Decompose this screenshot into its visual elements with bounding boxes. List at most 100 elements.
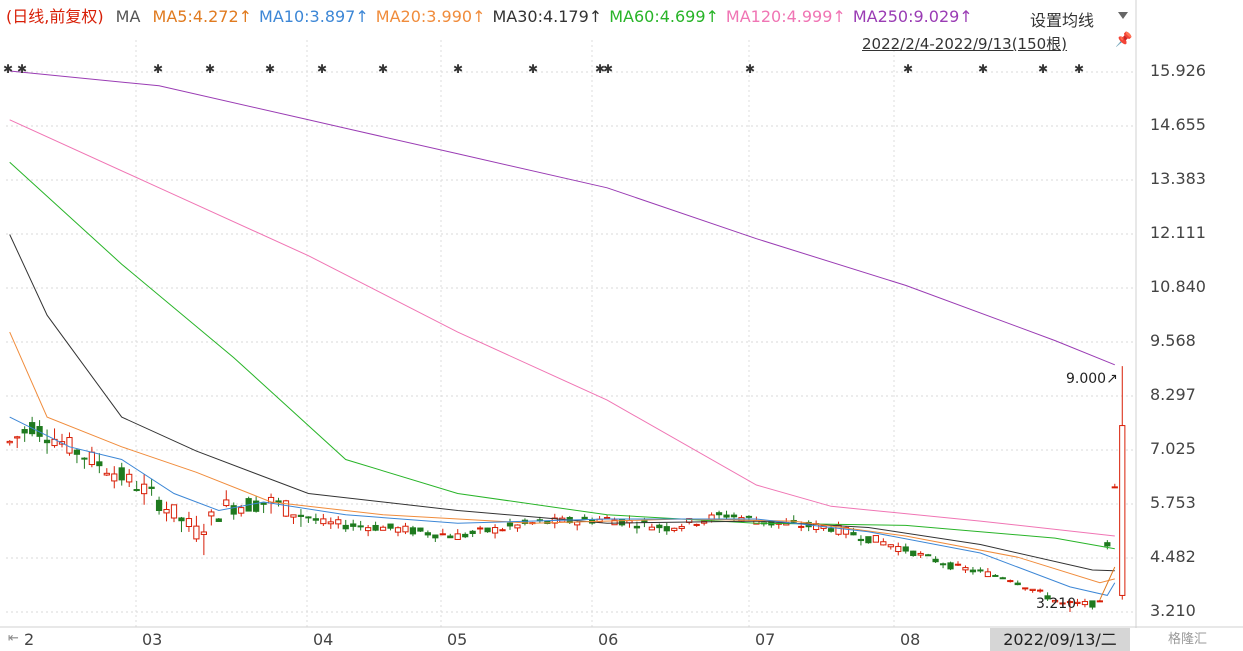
y-tick-label: 10.840 (1150, 276, 1206, 296)
ma-label: MA (115, 7, 141, 26)
candle-up (126, 473, 133, 483)
candle-up (887, 544, 894, 548)
ma-legend-item: MA10:3.897↑ (259, 7, 369, 26)
candle-up (14, 436, 21, 439)
candle-down (723, 514, 730, 518)
event-marker-icon: ✱ (265, 62, 275, 76)
candle-down (155, 499, 163, 512)
ma-legend-item: MA5:4.272↑ (152, 7, 253, 26)
candle-down (947, 562, 954, 570)
candle-up (671, 527, 678, 531)
event-marker-icon: ✱ (745, 62, 755, 76)
x-tick-label: 2 (24, 630, 35, 649)
y-tick-label: 3.210 (1150, 601, 1196, 620)
candle-up (514, 524, 521, 529)
candle-down (342, 524, 349, 530)
y-tick-label: 15.926 (1150, 61, 1206, 80)
candle-down (372, 524, 379, 531)
event-marker-icon: ✱ (205, 62, 215, 76)
ma-legend-item: MA250:9.029↑ (852, 7, 973, 26)
candle-up (200, 531, 207, 535)
candle-down (73, 449, 81, 455)
candle-up (1007, 580, 1014, 583)
candle-down (260, 502, 267, 505)
candle-down (21, 429, 28, 434)
event-marker-icon: ✱ (1074, 62, 1084, 76)
candle-down (148, 486, 155, 489)
event-marker-icon: ✱ (317, 62, 327, 76)
candle-up (678, 526, 685, 529)
price-grid (6, 40, 1134, 627)
candle-up (111, 473, 118, 482)
candle-up (170, 504, 178, 519)
candle-up (477, 527, 484, 530)
candle-up (491, 527, 499, 534)
event-marker-icon: ✱ (378, 62, 388, 76)
event-marker-icon: ✱ (17, 62, 27, 76)
candle-down (1104, 542, 1111, 547)
cursor-date-box: 2022/09/13/二 (990, 628, 1130, 651)
ma-legend-item: MA20:3.990↑ (375, 7, 486, 26)
min-price-label: 3.210 (1036, 596, 1077, 612)
candle-down (432, 534, 439, 539)
x-tick-label: 08 (900, 630, 921, 649)
candlestick-chart[interactable]: ✱ ✱ ✱ ✱ ✱ ✱ ✱ ✱ ✱ ✱✱ ✱ ✱ ✱ ✱ ✱ (0, 0, 1243, 651)
candle-up (66, 437, 73, 454)
candle-down (910, 550, 917, 557)
candle-up (223, 499, 230, 507)
candle-down (999, 577, 1006, 580)
chevron-down-icon[interactable] (1118, 12, 1128, 19)
candle-down (641, 520, 648, 523)
candle-down (992, 574, 999, 577)
candle-down (409, 527, 417, 535)
x-tick-label: 07 (755, 630, 776, 649)
y-tick-label: 5.753 (1150, 493, 1196, 512)
candle-down (633, 525, 641, 529)
y-tick-label: 12.111 (1150, 223, 1206, 242)
y-tick-label: 7.025 (1150, 438, 1196, 458)
candle-up (895, 546, 902, 553)
candle-up (88, 451, 95, 466)
candle-up (379, 526, 387, 531)
candle-up (141, 483, 148, 495)
y-tick-label: 4.482 (1150, 546, 1196, 566)
y-tick-label: 14.655 (1150, 114, 1206, 134)
date-range-link[interactable]: 2022/2/4-2022/9/13(150根) (862, 33, 1067, 54)
candle-down (43, 439, 51, 444)
candle-up (163, 509, 170, 514)
candle-up (499, 529, 506, 532)
candle-up (439, 533, 446, 536)
candle-up (394, 527, 402, 533)
ma-line-ma60 (9, 161, 1115, 550)
candle-down (1014, 582, 1021, 586)
candle-up (962, 567, 969, 571)
candle-up (320, 518, 327, 525)
candle-down (387, 523, 394, 529)
candle-up (954, 563, 962, 566)
max-price-label: 9.000↗ (1066, 371, 1118, 387)
candle-down (745, 515, 753, 518)
y-tick-label: 13.383 (1150, 168, 1206, 188)
event-marker-icon: ✱ (978, 62, 988, 76)
event-markers: ✱ ✱ ✱ ✱ ✱ ✱ ✱ ✱ ✱ ✱✱ ✱ ✱ ✱ ✱ ✱ (3, 62, 1084, 76)
candle-down (715, 512, 723, 516)
candle-up (290, 514, 297, 518)
candle-up (1096, 600, 1103, 603)
candle-up (1111, 486, 1118, 489)
settings-ma-button[interactable]: 设置均线 (1030, 7, 1094, 31)
event-marker-icon: ✱ (453, 62, 463, 76)
candle-up (880, 541, 887, 546)
candle-down (118, 467, 125, 481)
ma-legend-item: MA60:4.699↑ (609, 7, 719, 26)
ma-line-ma20 (9, 331, 1115, 584)
candle-up (208, 511, 215, 517)
candle-down (977, 569, 984, 572)
scroll-left-icon[interactable]: ⇤ (8, 631, 19, 646)
candle-down (939, 563, 947, 566)
event-marker-icon: ✱ (153, 62, 163, 76)
candle-up (1037, 589, 1044, 592)
candle-up (648, 526, 655, 531)
candle-up (335, 519, 342, 525)
pin-icon[interactable]: 📌 (1115, 32, 1132, 48)
event-marker-icon: ✱ (1038, 62, 1048, 76)
